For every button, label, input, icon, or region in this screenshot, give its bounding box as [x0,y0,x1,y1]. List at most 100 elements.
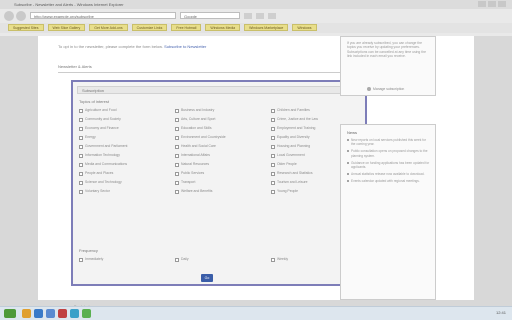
topic-checkbox[interactable]: Agriculture and Food [79,108,169,117]
checkbox-icon[interactable] [175,171,179,176]
checkbox-icon[interactable] [271,144,275,149]
checkbox-icon[interactable] [79,189,83,194]
network-taskbar-icon[interactable] [82,309,91,318]
checkbox-icon[interactable] [79,144,83,149]
topic-checkbox[interactable]: Children and Families [271,108,361,117]
refresh-icon[interactable] [244,13,252,19]
taskbar: 12:41 [0,306,512,320]
checkbox-icon[interactable] [175,257,179,262]
checkbox-icon[interactable] [79,171,83,176]
news-item[interactable]: Public consultation opens on proposed ch… [347,149,431,158]
news-item[interactable]: Events calendar updated with regional me… [347,179,431,183]
checkbox-icon[interactable] [79,257,83,262]
stop-icon[interactable] [256,13,264,19]
news-item[interactable]: Annual statistics release now available … [347,172,431,176]
checkbox-icon[interactable] [271,108,275,113]
subscription-form: Subscription Topics of interest Agricult… [71,80,367,286]
bullet-icon [347,150,349,153]
favorite-link[interactable]: Windows Marketplace [244,24,289,31]
section-header[interactable]: Newsletter & Alerts ▾ [58,64,358,73]
checkbox-icon[interactable] [271,171,275,176]
checkbox-label: Weekly [277,257,289,261]
checkbox-icon[interactable] [271,257,275,262]
home-icon[interactable] [268,13,276,19]
forward-icon[interactable] [16,11,26,21]
checkbox-icon[interactable] [175,180,179,185]
favorite-link[interactable]: Suggested Sites [8,24,44,31]
checkbox-icon[interactable] [271,180,275,185]
checkbox-icon[interactable] [79,126,83,131]
news-item[interactable]: New reports on local services published … [347,138,431,146]
checkbox-icon[interactable] [175,117,179,122]
topic-checkbox[interactable]: Health and Social Care [175,144,265,153]
checkbox-label: Environment and Countryside [181,135,226,139]
favorite-link[interactable]: Windows Media [205,24,241,31]
intro-link[interactable]: Subscribe to Newsletter [164,44,206,49]
frequency-checkbox[interactable]: Daily [175,257,265,266]
topic-checkbox[interactable]: Information Technology [79,153,169,162]
topics-title: Topics of interest [79,99,110,104]
favorite-link[interactable]: Get More Add-ons [89,24,128,31]
topic-checkbox[interactable]: Science and Technology [79,180,169,189]
browser-search-input[interactable]: Google [180,12,240,19]
topic-checkbox[interactable]: People and Places [79,171,169,180]
news-list: New reports on local services published … [347,138,431,187]
checkbox-icon[interactable] [175,162,179,167]
news-title: News [347,130,358,135]
url-input[interactable]: http://www.example.org/subscribe [30,12,176,19]
checkbox-icon[interactable] [175,135,179,140]
checkbox-icon[interactable] [271,189,275,194]
favorite-link[interactable]: Customize Links [131,24,168,31]
topic-checkbox[interactable]: Environment and Countryside [175,135,265,144]
topic-checkbox[interactable]: Community and Society [79,117,169,126]
word-taskbar-icon[interactable] [46,309,55,318]
topic-checkbox[interactable]: Economy and Finance [79,126,169,135]
checkbox-icon[interactable] [79,108,83,113]
topic-checkbox[interactable]: Government and Parliament [79,144,169,153]
checkbox-icon[interactable] [175,108,179,113]
favorite-link[interactable]: Free Hotmail [171,24,202,31]
media-taskbar-icon[interactable] [58,309,67,318]
topic-checkbox[interactable]: Natural Resources [175,162,265,171]
checkbox-icon[interactable] [79,162,83,167]
checkbox-icon[interactable] [175,126,179,131]
checkbox-icon[interactable] [79,180,83,185]
topic-checkbox[interactable]: Public Services [175,171,265,180]
minimize-icon[interactable] [478,1,486,7]
checkbox-icon[interactable] [271,117,275,122]
news-item[interactable]: Guidance on funding applications has bee… [347,161,431,169]
topic-checkbox[interactable]: Energy [79,135,169,144]
topic-checkbox[interactable]: Media and Communications [79,162,169,171]
checkbox-icon[interactable] [79,117,83,122]
browser-taskbar-icon[interactable] [22,309,31,318]
checkbox-icon[interactable] [271,126,275,131]
checkbox-icon[interactable] [271,135,275,140]
topic-checkbox[interactable]: Transport [175,180,265,189]
favorite-link[interactable]: Web Slice Gallery [47,24,86,31]
user-icon [367,87,371,91]
maximize-icon[interactable] [488,1,496,7]
checkbox-icon[interactable] [175,189,179,194]
submit-button[interactable]: Go [201,274,213,282]
address-bar: http://www.example.org/subscribe Google [4,11,508,21]
checkbox-icon[interactable] [175,144,179,149]
topic-checkbox[interactable]: Business and Industry [175,108,265,117]
checkbox-icon[interactable] [175,153,179,158]
back-icon[interactable] [4,11,14,21]
topic-checkbox[interactable]: Education and Skills [175,126,265,135]
checkbox-icon[interactable] [271,162,275,167]
checkbox-icon[interactable] [79,135,83,140]
folder-taskbar-icon[interactable] [34,309,43,318]
favorite-link[interactable]: Windows [292,24,317,31]
checkbox-icon[interactable] [79,153,83,158]
topic-checkbox[interactable]: Welfare and Benefits [175,189,265,198]
app-taskbar-icon[interactable] [70,309,79,318]
start-button-icon[interactable] [4,309,16,318]
manage-subscription-link[interactable]: Manage subscription [367,87,404,91]
frequency-checkbox[interactable]: Immediately [79,257,169,266]
topic-checkbox[interactable]: Voluntary Sector [79,189,169,198]
checkbox-icon[interactable] [271,153,275,158]
topic-checkbox[interactable]: International Affairs [175,153,265,162]
topic-checkbox[interactable]: Arts, Culture and Sport [175,117,265,126]
close-icon[interactable] [498,1,506,7]
